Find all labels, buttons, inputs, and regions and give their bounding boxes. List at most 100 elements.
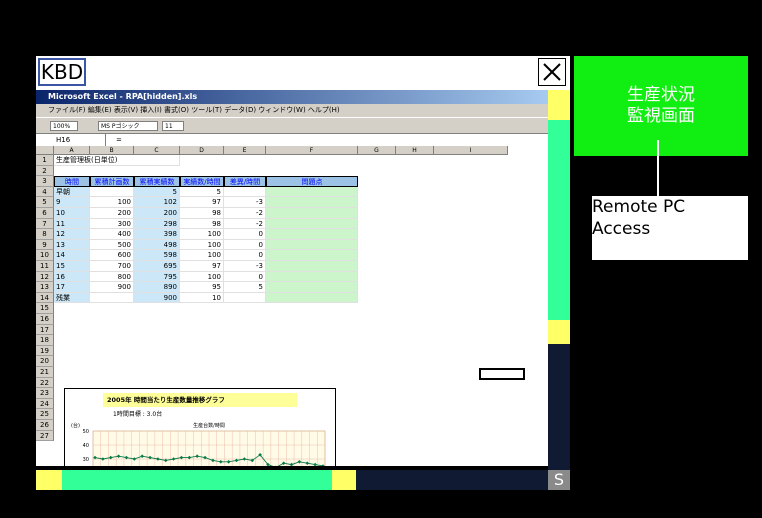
cell[interactable]: 残業 (54, 292, 90, 304)
column-header[interactable]: C (134, 146, 180, 155)
scroll-right-area[interactable] (332, 470, 356, 490)
spreadsheet-grid[interactable]: ABCDEFGHI 1 2 3 4 5 6 7 8 9 10 11 12 13 14 15 16 17 18 19 2… (36, 146, 548, 466)
row-header[interactable]: 9 (36, 239, 54, 251)
row-header[interactable]: 15 (36, 303, 54, 314)
cell[interactable]: 97 (180, 197, 224, 208)
cell[interactable] (90, 186, 134, 198)
row-header[interactable]: 16 (36, 314, 54, 325)
cell[interactable]: 15 (54, 261, 90, 272)
horizontal-scroll-track[interactable] (356, 470, 548, 490)
cell[interactable]: 98 (180, 208, 224, 219)
row-header[interactable]: 5 (36, 197, 54, 208)
row-header[interactable]: 14 (36, 292, 54, 304)
scroll-up-area[interactable] (548, 90, 570, 120)
cell[interactable]: 95 (180, 282, 224, 293)
row-header[interactable]: 19 (36, 345, 54, 357)
cell[interactable]: 598 (134, 250, 180, 261)
cell[interactable]: 100 (90, 197, 134, 208)
cell[interactable]: 98 (180, 218, 224, 230)
embedded-chart[interactable]: 2005年 時間当たり生産数量推移グラフ 1時間目標 : 3.0台 50 40 30… (64, 388, 336, 466)
horizontal-scroll-thumb[interactable] (62, 470, 332, 490)
row-header[interactable]: 2 (36, 165, 54, 177)
cell[interactable]: 時間 (54, 176, 90, 187)
cell[interactable] (266, 208, 358, 219)
zoom-select[interactable]: 100% (50, 121, 78, 131)
cell[interactable]: 498 (134, 239, 180, 251)
cell[interactable]: 累積計画数 (90, 176, 134, 187)
cell[interactable]: 890 (134, 282, 180, 293)
keyboard-button[interactable]: KBD (38, 58, 86, 86)
cell[interactable]: 100 (180, 271, 224, 283)
column-header[interactable]: F (266, 146, 358, 155)
column-header[interactable]: A (54, 146, 90, 155)
font-size-select[interactable]: 11 (162, 121, 184, 131)
cell[interactable]: -2 (224, 218, 266, 230)
cell[interactable]: 300 (90, 218, 134, 230)
cell[interactable] (266, 271, 358, 283)
selected-cell[interactable] (479, 368, 525, 380)
column-header[interactable]: H (396, 146, 434, 155)
cell[interactable]: 100 (180, 229, 224, 240)
cell[interactable]: -3 (224, 261, 266, 272)
name-box[interactable]: H16 (36, 134, 106, 146)
cell[interactable]: 695 (134, 261, 180, 272)
cell[interactable] (224, 292, 266, 304)
row-header[interactable]: 23 (36, 388, 54, 399)
cell[interactable]: 14 (54, 250, 90, 261)
cell[interactable]: 10 (180, 292, 224, 304)
row-header[interactable]: 6 (36, 208, 54, 219)
row-header[interactable]: 21 (36, 367, 54, 378)
cell[interactable]: 16 (54, 271, 90, 283)
vertical-scroll-track[interactable] (548, 344, 570, 470)
cell[interactable] (266, 239, 358, 251)
production-monitor-button[interactable]: 生産状況 監視画面 (574, 56, 748, 156)
close-button[interactable] (538, 58, 566, 86)
cell[interactable]: 早朝 (54, 186, 90, 198)
vertical-scroll-thumb[interactable] (548, 120, 570, 320)
cell[interactable]: 700 (90, 261, 134, 272)
column-header[interactable]: G (358, 146, 396, 155)
scroll-down-area[interactable] (548, 320, 570, 344)
cell[interactable]: 13 (54, 239, 90, 251)
row-header[interactable]: 26 (36, 420, 54, 431)
cell[interactable]: 11 (54, 218, 90, 230)
cell[interactable]: 900 (90, 282, 134, 293)
cell[interactable]: 生産管理板(日単位) (54, 155, 180, 166)
cell[interactable]: 900 (134, 292, 180, 304)
column-header[interactable]: D (180, 146, 224, 155)
cell[interactable] (266, 292, 358, 304)
row-header[interactable]: 13 (36, 282, 54, 293)
row-header[interactable]: 22 (36, 377, 54, 389)
cell[interactable]: 12 (54, 229, 90, 240)
cell[interactable]: 400 (90, 229, 134, 240)
cell[interactable]: 5 (134, 186, 180, 198)
row-header[interactable]: 3 (36, 176, 54, 187)
cell[interactable] (266, 197, 358, 208)
cell[interactable]: 200 (90, 208, 134, 219)
cell[interactable] (266, 186, 358, 198)
cell[interactable]: 5 (180, 186, 224, 198)
cell[interactable]: 問題点 (266, 176, 358, 187)
cell[interactable]: 97 (180, 261, 224, 272)
s-button[interactable]: S (548, 470, 570, 490)
cell[interactable]: 0 (224, 271, 266, 283)
cell[interactable]: 10 (54, 208, 90, 219)
corner-cell[interactable] (36, 146, 54, 155)
cell[interactable]: 17 (54, 282, 90, 293)
row-header[interactable]: 12 (36, 271, 54, 283)
row-header[interactable]: 10 (36, 250, 54, 261)
cell[interactable]: 600 (90, 250, 134, 261)
cell[interactable] (266, 229, 358, 240)
cell[interactable]: 9 (54, 197, 90, 208)
cell[interactable]: 800 (90, 271, 134, 283)
cell[interactable]: 累積実績数 (134, 176, 180, 187)
row-header[interactable]: 27 (36, 430, 54, 442)
cell[interactable] (266, 250, 358, 261)
font-select[interactable]: MS Pゴシック (98, 121, 158, 131)
cell[interactable]: 100 (180, 250, 224, 261)
cell[interactable]: 0 (224, 229, 266, 240)
scroll-left-area[interactable] (36, 470, 62, 490)
row-header[interactable]: 20 (36, 356, 54, 367)
cell[interactable]: -2 (224, 208, 266, 219)
cell[interactable] (90, 292, 134, 304)
